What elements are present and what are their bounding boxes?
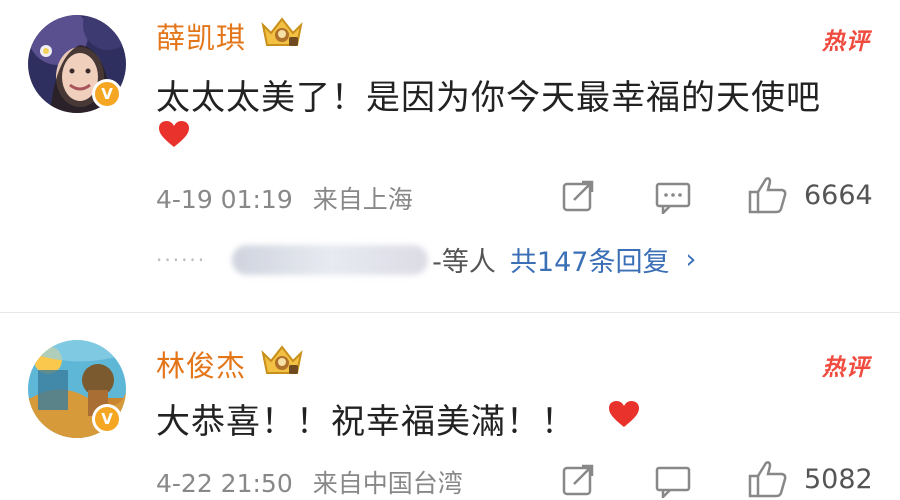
hot-comment-badge: 热评 <box>822 355 870 381</box>
comment-item: V 林俊杰 热评 大恭喜！！祝幸福美滿！！ 4-22 21:50 来自中国台湾 … <box>0 326 900 498</box>
thumbs-up-icon[interactable] <box>748 176 788 214</box>
replies-row[interactable]: ······ -等人 共147条回复 › <box>156 240 696 279</box>
heart-icon <box>159 121 189 147</box>
share-icon[interactable] <box>562 464 596 496</box>
comment-icon[interactable] <box>655 466 691 498</box>
comment-time: 4-22 21:50 <box>156 469 293 498</box>
verified-badge: V <box>92 79 122 109</box>
comment-text: 大恭喜！！祝幸福美滿！！ <box>156 402 576 442</box>
divider <box>0 312 900 313</box>
view-replies-link[interactable]: 共147条回复 <box>510 240 670 279</box>
username[interactable]: 林俊杰 <box>156 343 246 385</box>
avatar[interactable]: V <box>28 340 126 438</box>
crown-badge-icon[interactable] <box>259 343 305 379</box>
comment-time: 4-19 01:19 <box>156 185 293 214</box>
avatar[interactable]: V <box>28 15 126 113</box>
comment-source: 来自中国台湾 <box>312 469 463 498</box>
crown-badge-icon[interactable] <box>259 15 305 51</box>
comment-meta: 4-22 21:50 来自中国台湾 <box>156 464 463 500</box>
like-count: 5082 <box>804 464 873 495</box>
share-icon[interactable] <box>562 180 596 212</box>
comment-icon[interactable] <box>655 182 691 214</box>
like-count: 6664 <box>804 180 873 211</box>
hot-comment-badge: 热评 <box>822 29 870 55</box>
comment-item: V 薛凯琪 热评 太太太美了！是因为你今天最幸福的天使吧 4-19 01:19 … <box>0 0 900 312</box>
heart-icon <box>609 401 639 427</box>
chevron-right-icon[interactable]: › <box>685 244 696 275</box>
username[interactable]: 薛凯琪 <box>156 15 246 57</box>
replies-suffix: -等人 <box>432 247 496 278</box>
dots-decoration: ······ <box>156 247 207 272</box>
comment-meta: 4-19 01:19 来自上海 <box>156 180 413 216</box>
comment-source: 来自上海 <box>312 185 413 214</box>
thumbs-up-icon[interactable] <box>748 460 788 498</box>
comment-text: 太太太美了！是因为你今天最幸福的天使吧 <box>156 78 821 118</box>
blurred-usernames <box>232 244 429 275</box>
verified-badge: V <box>92 404 122 434</box>
